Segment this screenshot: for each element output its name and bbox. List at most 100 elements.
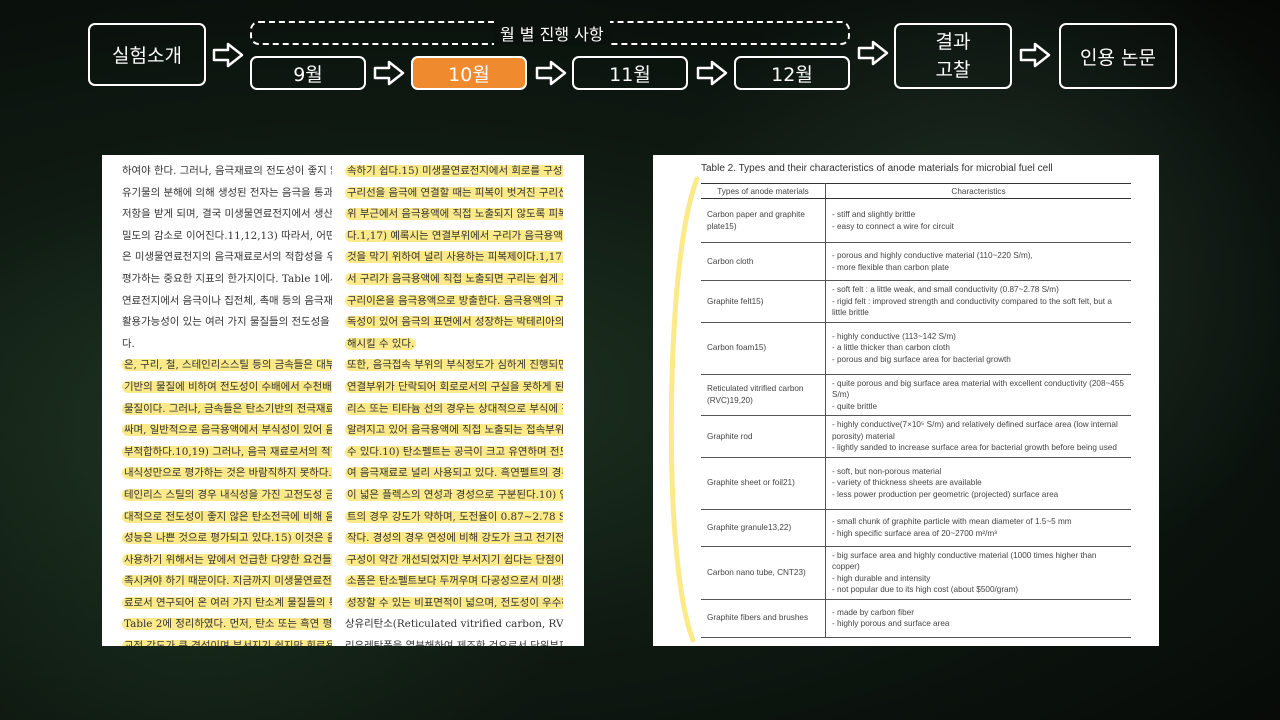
paper-line-text: 기반의 물질에 비하여 전도성이 수배에서 수천배 가량 좋은 <box>122 380 332 393</box>
table-row: Graphite fibers and brushes - made by car… <box>701 599 1131 638</box>
paper-line-text: 수 있다.10) 탄소펠트는 공극이 크고 유연하며 전도성이 우수하 <box>345 445 563 458</box>
table-row: Reticulated vitrified carbon (RVC)19,20)… <box>701 374 1131 416</box>
characteristics-cell: - soft felt : a little weak, and small c… <box>825 280 1131 323</box>
arrow-icon <box>1019 42 1051 68</box>
characteristics-cell: - quite porous and big surface area mate… <box>825 374 1131 416</box>
paper-line: 은 미생물연료전지의 음극재료로서의 적합성을 우선적으로 <box>122 247 332 269</box>
intro-label: 실험소개 <box>112 45 182 67</box>
paper-line: 료로서 연구되어 온 여러 가지 탄소계 물질들의 특징을 <box>122 593 332 615</box>
paper-line-text: 리우레탄폼을 열분해하여 제조한 것으로서 단위부피당 비표면 <box>345 640 563 646</box>
characteristic-item: - porous and big surface area for bacter… <box>832 354 1011 364</box>
paper-line-text: 은 미생물연료전지의 음극재료로서의 적합성을 우선적으로 <box>122 251 332 264</box>
intro-box[interactable]: 실험소개 <box>88 23 206 86</box>
paper-line: 다. <box>122 334 332 356</box>
paper-line-text: 유기물의 분해에 의해 생성된 전자는 음극을 통과하는 동안 <box>122 186 332 199</box>
material-type-cell: Carbon cloth <box>701 242 826 281</box>
paper-line: 트의 경우 강도가 약하며, 도전율이 0.87~2.78 S/m로서 다소 <box>345 507 563 529</box>
characteristic-item: - high specific surface area of 20~2700 … <box>832 528 997 538</box>
paper-line-text: 이 넓은 플렉스의 연성과 경성으로 구분된다.10) 연성의 흑연펠 <box>345 488 563 501</box>
paper-line-text: 연결부위가 단락되어 회로로서의 구실을 못하게 된다. 스테인 <box>345 380 563 393</box>
paper-line-text: 다.1,17) 예록시는 연결부위에서 구리가 음극용액에 노출되는 <box>345 229 563 242</box>
paper-line: 것을 막기 위하여 널리 사용하는 피복제이다.1,17) 연결부위에 <box>345 247 563 269</box>
month-label: 9월 <box>293 63 323 86</box>
paper-line-text: 여 음극재료로 널리 사용되고 있다. 흑연펠트의 경우 비표면적 <box>345 467 563 480</box>
paper-line: 해시킬 수 있다. <box>345 334 563 356</box>
result-box[interactable]: 결과 고찰 <box>894 23 1012 89</box>
paper-line: 하여야 한다. 그러나, 음극재료의 전도성이 좋지 않을 경우 <box>122 161 332 183</box>
characteristics-cell: - highly conductive(7×10⁵ S/m) and relat… <box>825 415 1131 458</box>
paper-line: 연결부위가 단락되어 회로로서의 구실을 못하게 된다. 스테인 <box>345 377 563 399</box>
paper-line-text: 속하기 쉽다.15) 미생물연료전지에서 회로를 구성하기 위하여 <box>345 165 563 177</box>
paper-line-text: 트의 경우 강도가 약하며, 도전율이 0.87~2.78 S/m로서 다소 <box>345 510 563 523</box>
table-row: Carbon foam15) - highly conductive (113~1… <box>701 322 1131 375</box>
paper-line: Table 2에 정리하였다. 먼저, 탄소 또는 흑연 평판의 경우 비 <box>122 614 332 636</box>
month-box-sep[interactable]: 9월 <box>250 56 366 90</box>
table-row: Carbon paper and graphite plate15) - stif… <box>701 198 1131 243</box>
characteristics-cell: - soft, but non-porous material - variety… <box>825 457 1131 510</box>
characteristics-cell: - big surface area and highly conductive… <box>825 546 1131 600</box>
paper-line-text: 하여야 한다. 그러나, 음극재료의 전도성이 좋지 않을 경우 <box>122 165 332 177</box>
characteristic-item: - variety of thickness sheets are availa… <box>832 478 982 488</box>
paper-line-text: 서 구리가 음극용액에 직접 노출되면 구리는 쉽게 부식하여 <box>345 272 563 285</box>
paper-line: 독성이 있어 음극의 표면에서 성장하는 박테리아의 활성을 저 <box>345 312 563 334</box>
paper-line-text: 독성이 있어 음극의 표면에서 성장하는 박테리아의 활성을 저 <box>345 316 563 329</box>
paper-line-text: 해시킬 수 있다. <box>345 337 417 350</box>
paper-line-text: 구리선을 음극에 연결할 때는 피복이 벗겨진 구리선이 연결부 <box>345 186 563 199</box>
characteristic-item: - quite brittle <box>832 401 878 411</box>
arrow-icon <box>212 42 244 68</box>
characteristics-cell: - made by carbon fiber - highly porous an… <box>825 599 1131 638</box>
paper-line: 작다. 경성의 경우 연성에 비해 강도가 크고 전기전도도와 내 <box>345 528 563 550</box>
paper-line: 교적 강도가 큰 경성이며 부서지기 쉽지만 회로용 전선을 접 <box>122 636 332 646</box>
paper-line: 대적으로 전도성이 좋지 않은 탄소전극에 비해 음극으로서의 <box>122 507 332 529</box>
table-header: Types of anode materials <box>701 183 826 199</box>
month-label: 12월 <box>771 63 813 86</box>
references-label: 인용 논문 <box>1080 46 1156 69</box>
material-type-cell: Graphite granule13,22) <box>701 509 826 547</box>
references-box[interactable]: 인용 논문 <box>1059 23 1177 89</box>
characteristic-item: - highly porous and surface area <box>832 619 950 628</box>
month-label: 11월 <box>609 63 651 86</box>
paper-line-text: 또한, 음극접속 부위의 부식정도가 심하게 진행되면 결국은 <box>345 359 563 372</box>
paper-line-text: 평가하는 중요한 지표의 한가지이다. Table 1에서는 미생물 <box>122 272 332 285</box>
paper-line-text: 싸며, 일반적으로 음극용액에서 부식성이 있어 음극의 재료로 <box>122 424 332 437</box>
paper-line-text: 물질이다. 그러나, 금속들은 탄소기반의 전극재료에 비해 비 <box>122 402 332 415</box>
characteristics-cell: - small chunk of graphite particle with … <box>825 509 1131 547</box>
korean-paper-page: 하여야 한다. 그러나, 음극재료의 전도성이 좋지 않을 경우유기물의 분해에… <box>102 155 584 646</box>
table-row: Carbon nano tube, CNT23) - big surface ar… <box>701 546 1131 600</box>
paper-line-text: 내식성만으로 평가하는 것은 바람직하지 못하다. 실례로서 스 <box>122 467 332 480</box>
paper-line-text: 위 부근에서 음극용액에 직접 노출되지 않도록 피복하여야 한 <box>345 208 563 221</box>
month-box-oct[interactable]: 10월 <box>411 56 527 90</box>
paper-line: 위 부근에서 음극용액에 직접 노출되지 않도록 피복하여야 한 <box>345 204 563 226</box>
characteristic-item: - high durable and intensity <box>832 573 931 583</box>
paper-column-left: 하여야 한다. 그러나, 음극재료의 전도성이 좋지 않을 경우유기물의 분해에… <box>122 161 332 646</box>
paper-line: 또한, 음극접속 부위의 부식정도가 심하게 진행되면 결국은 <box>345 355 563 377</box>
characteristics-cell: - stiff and slightly brittle - easy to co… <box>825 198 1131 243</box>
month-box-nov[interactable]: 11월 <box>572 56 688 90</box>
paper-line: 싸며, 일반적으로 음극용액에서 부식성이 있어 음극의 재료로 <box>122 420 332 442</box>
characteristic-item: - lightly sanded to increase surface are… <box>832 443 1117 452</box>
paper-line: 밀도의 감소로 이어진다.11,12,13) 따라서, 어떤 물질의 전도성 <box>122 226 332 248</box>
characteristic-item: - highly conductive(7×10⁵ S/m) and relat… <box>832 420 1118 441</box>
paper-line-text: 활용가능성이 있는 여러 가지 물질들의 전도성을 비교하였 <box>122 316 332 329</box>
paper-column-right: 속하기 쉽다.15) 미생물연료전지에서 회로를 구성하기 위하여구리선을 음극… <box>345 161 563 646</box>
paper-line: 족시켜야 하기 때문이다. 지금까지 미생물연료전지의 음극재 <box>122 571 332 593</box>
table-row: Graphite granule13,22) - small chunk of g… <box>701 509 1131 547</box>
paper-line-text: 부적합하다.10,19) 그러나, 음극 재료로서의 적합성을 전도성과 <box>122 445 332 458</box>
paper-line: 구리이온을 음극용액으로 방출한다. 음극용액의 구리이온은 <box>345 291 563 313</box>
characteristic-item: - made by carbon fiber <box>832 607 914 617</box>
anode-table-page: Table 2. Types and their characteristics… <box>653 155 1159 646</box>
paper-line-text: 은, 구리, 철, 스테인리스스틸 등의 금속들은 대부분의 탄소 <box>122 359 332 372</box>
paper-line-text: 료로서 연구되어 온 여러 가지 탄소계 물질들의 특징을 <box>122 596 332 609</box>
paper-line-text: 리스 또는 티타늄 선의 경우는 상대적으로 부식에 강한 것으로 <box>345 402 563 415</box>
paper-line: 기반의 물질에 비하여 전도성이 수배에서 수천배 가량 좋은 <box>122 377 332 399</box>
paper-line: 소폼은 탄소펠트보다 두꺼우며 다공성으로서 미생물이 부착 <box>345 571 563 593</box>
characteristic-item: - more flexible than carbon plate <box>832 262 949 272</box>
paper-line-text: 저항을 받게 되며, 결국 미생물연료전지에서 생산하는 전력 <box>122 208 332 221</box>
paper-line: 물질이다. 그러나, 금속들은 탄소기반의 전극재료에 비해 비 <box>122 399 332 421</box>
paper-line-text: 구성이 약간 개선되었지만 부서지기 쉽다는 단점이 있다.10) 탄 <box>345 553 563 566</box>
month-box-dec[interactable]: 12월 <box>734 56 850 90</box>
paper-line-text: 테인리스 스틸의 경우 내식성을 가진 고전도성 금속이지만 상 <box>122 488 332 501</box>
table-row: Graphite sheet or foil21) - soft, but non… <box>701 457 1131 510</box>
paper-line-text: 알려지고 있어 음극용액에 직접 노출되는 접속부위에 사용할 <box>345 424 563 437</box>
paper-line: 저항을 받게 되며, 결국 미생물연료전지에서 생산하는 전력 <box>122 204 332 226</box>
